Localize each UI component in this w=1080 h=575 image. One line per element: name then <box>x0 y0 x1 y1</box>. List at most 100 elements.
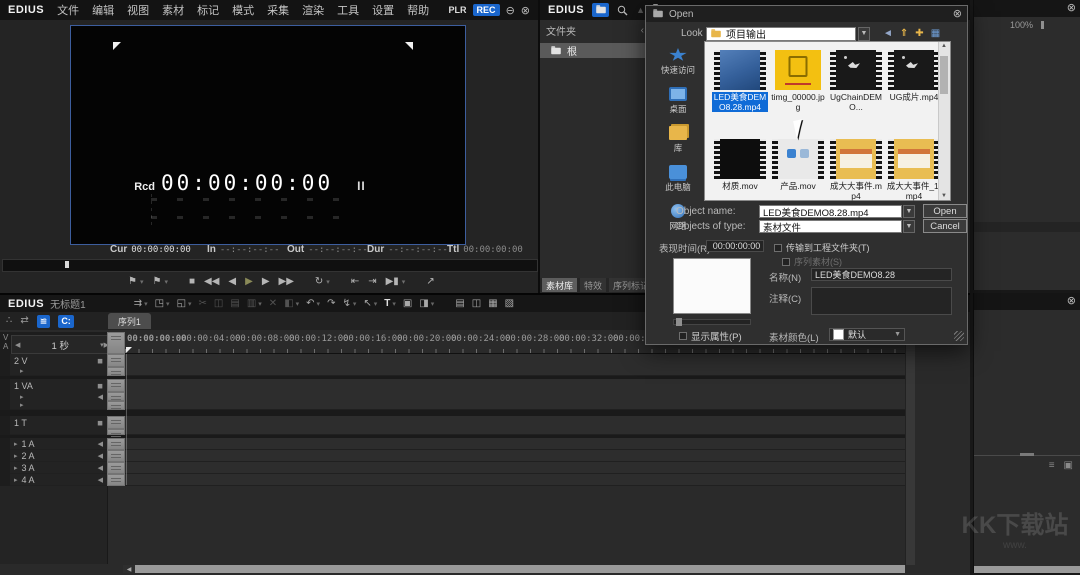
expander-icon[interactable]: ▸ <box>14 440 18 448</box>
track-handle[interactable] <box>107 379 125 392</box>
audio-mixer-icon[interactable]: ◨ <box>419 298 428 309</box>
objects-type-select[interactable]: 素材文件 <box>759 220 902 233</box>
export-icon[interactable]: ↗ <box>426 276 434 287</box>
goto-out-icon[interactable]: ⇥ <box>368 276 376 287</box>
divider-handle[interactable] <box>1020 453 1034 456</box>
scrollbar-strip[interactable] <box>974 566 1080 573</box>
dropdown-caret[interactable]: ▾ <box>188 300 192 308</box>
dropdown-caret[interactable]: ▾ <box>166 300 170 308</box>
play-icon[interactable]: ▶ <box>245 276 253 287</box>
dropdown-caret[interactable]: ▾ <box>402 278 406 286</box>
video-monitor-icon[interactable]: ◼ <box>97 382 103 390</box>
menu-item[interactable]: 设置 <box>372 2 394 18</box>
bin-tab[interactable]: 素材库 <box>542 278 577 292</box>
speaker-icon[interactable]: ◀ <box>98 476 103 484</box>
look-in-dropdown-icon[interactable]: ▼ <box>858 27 870 41</box>
sync-mode-icon[interactable]: ⇄ <box>20 315 28 328</box>
dropdown-caret[interactable]: ▾ <box>317 300 321 308</box>
minimize-icon[interactable]: ⊖ <box>506 4 515 17</box>
dropdown-caret[interactable]: ▾ <box>164 278 168 286</box>
bin-view-button[interactable] <box>592 3 609 17</box>
track-header-2a[interactable]: ▸ 2 A ◀ <box>10 450 107 462</box>
layout-custom-icon[interactable]: ▧ <box>505 298 514 309</box>
track-header-1t[interactable]: 1 T ◼ <box>10 416 107 429</box>
redo-icon[interactable]: ↷ <box>327 298 335 309</box>
cut-icon[interactable]: ✂ <box>199 298 207 309</box>
track-handle[interactable] <box>107 416 125 429</box>
paste-icon[interactable]: ▤ <box>230 298 239 309</box>
places-item[interactable]: 桌面 <box>669 87 687 115</box>
close-icon[interactable]: ⊗ <box>953 9 962 20</box>
speaker-icon[interactable]: ◀ <box>98 464 103 472</box>
close-icon[interactable]: ⊗ <box>521 4 530 17</box>
voiceover-icon[interactable]: ▣ <box>403 298 412 309</box>
UG成片.mp4[interactable]: UG成片.mp4 <box>886 50 942 102</box>
save-project-icon[interactable]: ◱ <box>177 298 186 309</box>
open-button[interactable]: Open <box>923 204 967 218</box>
产品.mov[interactable]: 产品.mov <box>770 139 826 191</box>
menu-item[interactable]: 编辑 <box>92 2 114 18</box>
scroll-left-icon[interactable]: ◀ <box>123 565 135 573</box>
speaker-icon[interactable]: ◀ <box>98 452 103 460</box>
look-in-combo[interactable]: 项目输出 <box>706 27 856 41</box>
fast-forward-icon[interactable]: ▶▶ <box>279 276 294 287</box>
set-out-flag-icon[interactable]: ⚑ <box>152 276 161 287</box>
places-item[interactable]: 快速访问 <box>661 48 695 76</box>
collapse-panel-icon[interactable]: ‹ <box>641 25 644 36</box>
checkbox[interactable] <box>679 332 687 340</box>
set-in-flag-icon[interactable]: ⚑ <box>128 276 137 287</box>
track-handle[interactable] <box>107 474 125 486</box>
expander-icon[interactable]: ▸ <box>20 401 24 409</box>
track-header-1a[interactable]: ▸ 1 A ◀ <box>10 438 107 450</box>
video-monitor-icon[interactable]: ◼ <box>97 357 103 365</box>
menu-item[interactable]: 工具 <box>337 2 359 18</box>
goto-in-icon[interactable]: ⇤ <box>351 276 359 287</box>
checkbox[interactable] <box>774 244 782 252</box>
resize-grip[interactable] <box>954 331 964 341</box>
scroll-up-icon[interactable]: ▲ <box>941 43 947 49</box>
frame-back-icon[interactable]: ◀ <box>228 276 236 287</box>
menu-item[interactable]: 帮助 <box>407 2 429 18</box>
expander-icon[interactable]: ▸ <box>14 476 18 484</box>
track-lane-1t[interactable] <box>125 416 905 429</box>
dropdown-caret[interactable]: ▾ <box>326 278 330 286</box>
layout-grid-icon[interactable]: ▦ <box>488 298 497 309</box>
time-scale-selector[interactable]: ◀ 1 秒 ▾ ▶ <box>11 335 113 354</box>
undo-icon[interactable]: ↶ <box>306 298 314 309</box>
timg_00000.jpg[interactable]: timg_00000.jpg <box>770 50 826 112</box>
title-tool-icon[interactable]: T <box>384 298 390 309</box>
UgChainDEMO...[interactable]: UgChainDEMO... <box>828 50 884 112</box>
dropdown-caret[interactable]: ▾ <box>140 278 144 286</box>
dropdown-caret[interactable]: ▾ <box>296 300 300 308</box>
track-header-1va[interactable]: 1 VA ◼ <box>10 379 107 392</box>
up-one-level-icon[interactable]: ⇑ <box>900 28 908 39</box>
next-edit-icon[interactable]: ▶▮ <box>386 276 399 287</box>
playhead-icon[interactable] <box>126 347 132 353</box>
menu-item[interactable]: 文件 <box>57 2 79 18</box>
expander-icon[interactable]: ▸ <box>20 367 24 375</box>
成大大事件.mp4[interactable]: 成大大事件.mp4 <box>828 139 884 201</box>
expander-icon[interactable]: ▸ <box>14 452 18 460</box>
select-mode-icon[interactable]: ↖ <box>363 298 371 309</box>
trash-icon[interactable]: ▣ <box>1064 460 1073 471</box>
object-name-input[interactable]: LED美食DEMO8.28.mp4 <box>759 205 902 218</box>
position-slider[interactable] <box>2 259 538 272</box>
layout-single-icon[interactable]: ▤ <box>455 298 464 309</box>
speaker-icon[interactable]: ◀ <box>98 440 103 448</box>
scrollbar-thumb[interactable] <box>940 56 948 94</box>
speaker-icon[interactable]: ◀ <box>98 393 103 401</box>
preview-scrub-slider[interactable] <box>673 319 751 325</box>
slider-handle[interactable] <box>676 318 682 326</box>
dropdown-caret[interactable]: ▾ <box>144 300 148 308</box>
track-lane-1a[interactable] <box>125 438 905 450</box>
snap-mode-icon[interactable]: ∴ <box>6 315 12 328</box>
bin-tab[interactable]: 特效 <box>580 278 606 292</box>
menu-item[interactable]: 素材 <box>162 2 184 18</box>
loop-icon[interactable]: ↻ <box>315 276 323 287</box>
objects-type-dropdown-icon[interactable]: ▼ <box>903 220 915 233</box>
track-header-4a[interactable]: ▸ 4 A ◀ <box>10 474 107 486</box>
成大大事件_1.mp4[interactable]: 成大大事件_1.mp4 <box>886 139 942 201</box>
track-handle[interactable] <box>107 438 125 450</box>
transfer-checkbox-row[interactable]: 传输到工程文件夹(T) <box>774 241 870 254</box>
track-lane-4a[interactable] <box>125 474 905 486</box>
